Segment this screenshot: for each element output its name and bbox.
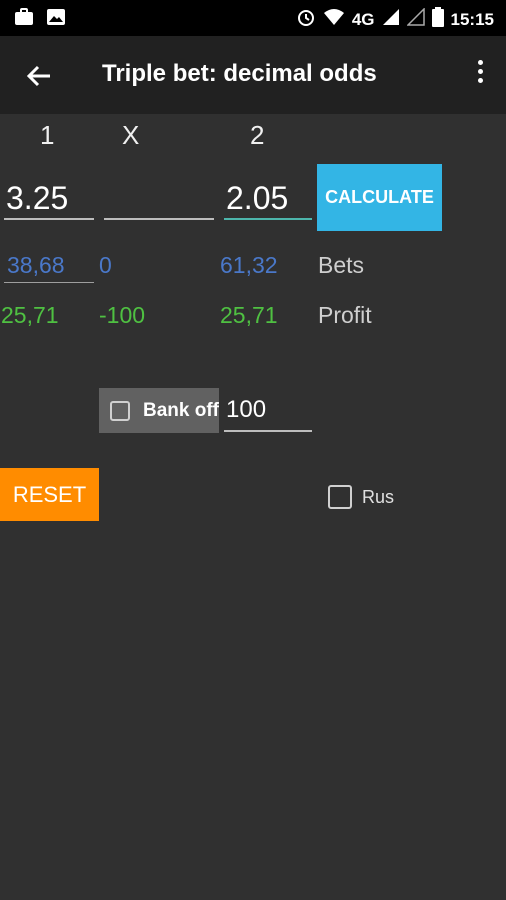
battery-icon: [431, 7, 444, 32]
briefcase-icon: [14, 8, 34, 31]
header-away: 2: [250, 120, 265, 150]
bank-off-label: Bank off: [143, 399, 219, 421]
network-type-label: 4G: [351, 9, 375, 29]
odd-x-input[interactable]: [104, 176, 214, 220]
back-arrow-icon[interactable]: [22, 58, 58, 94]
odd-1-input[interactable]: 3.25: [4, 176, 94, 220]
header-draw: X: [122, 120, 140, 150]
checkbox-icon: [328, 485, 352, 509]
profit-2-value: 25,71: [220, 302, 278, 328]
profit-label: Profit: [318, 302, 372, 328]
bets-label: Bets: [318, 252, 365, 278]
odd-2-input[interactable]: 2.05: [224, 176, 312, 220]
image-icon: [46, 8, 66, 31]
status-bar: 4G 15:15: [0, 0, 506, 36]
toolbar: Triple bet: decimal odds: [0, 36, 506, 114]
profit-1-value: 25,71: [1, 302, 59, 328]
alarm-icon: [296, 7, 316, 32]
bet-1-underline: [4, 282, 94, 283]
rus-label: Rus: [362, 486, 395, 507]
profit-x-value: -100: [99, 302, 146, 328]
rus-checkbox[interactable]: Rus: [328, 485, 394, 509]
page-title: Triple bet: decimal odds: [102, 60, 377, 87]
bank-off-checkbox[interactable]: Bank off: [99, 388, 219, 433]
header-home: 1: [40, 120, 55, 150]
calculate-button[interactable]: CALCULATE: [317, 164, 442, 231]
wifi-icon: [323, 8, 345, 31]
overflow-menu-icon[interactable]: [472, 60, 488, 90]
reset-button[interactable]: RESET: [0, 468, 99, 521]
clock-time: 15:15: [450, 9, 494, 29]
checkbox-icon: [110, 400, 130, 421]
bank-input[interactable]: 100: [224, 392, 312, 432]
signal-empty-icon: [405, 7, 425, 31]
bet-1-value: 38,68: [7, 252, 65, 278]
bet-x-value: 0: [99, 252, 112, 278]
signal-icon: [382, 8, 400, 31]
bet-2-value: 61,32: [220, 252, 278, 278]
